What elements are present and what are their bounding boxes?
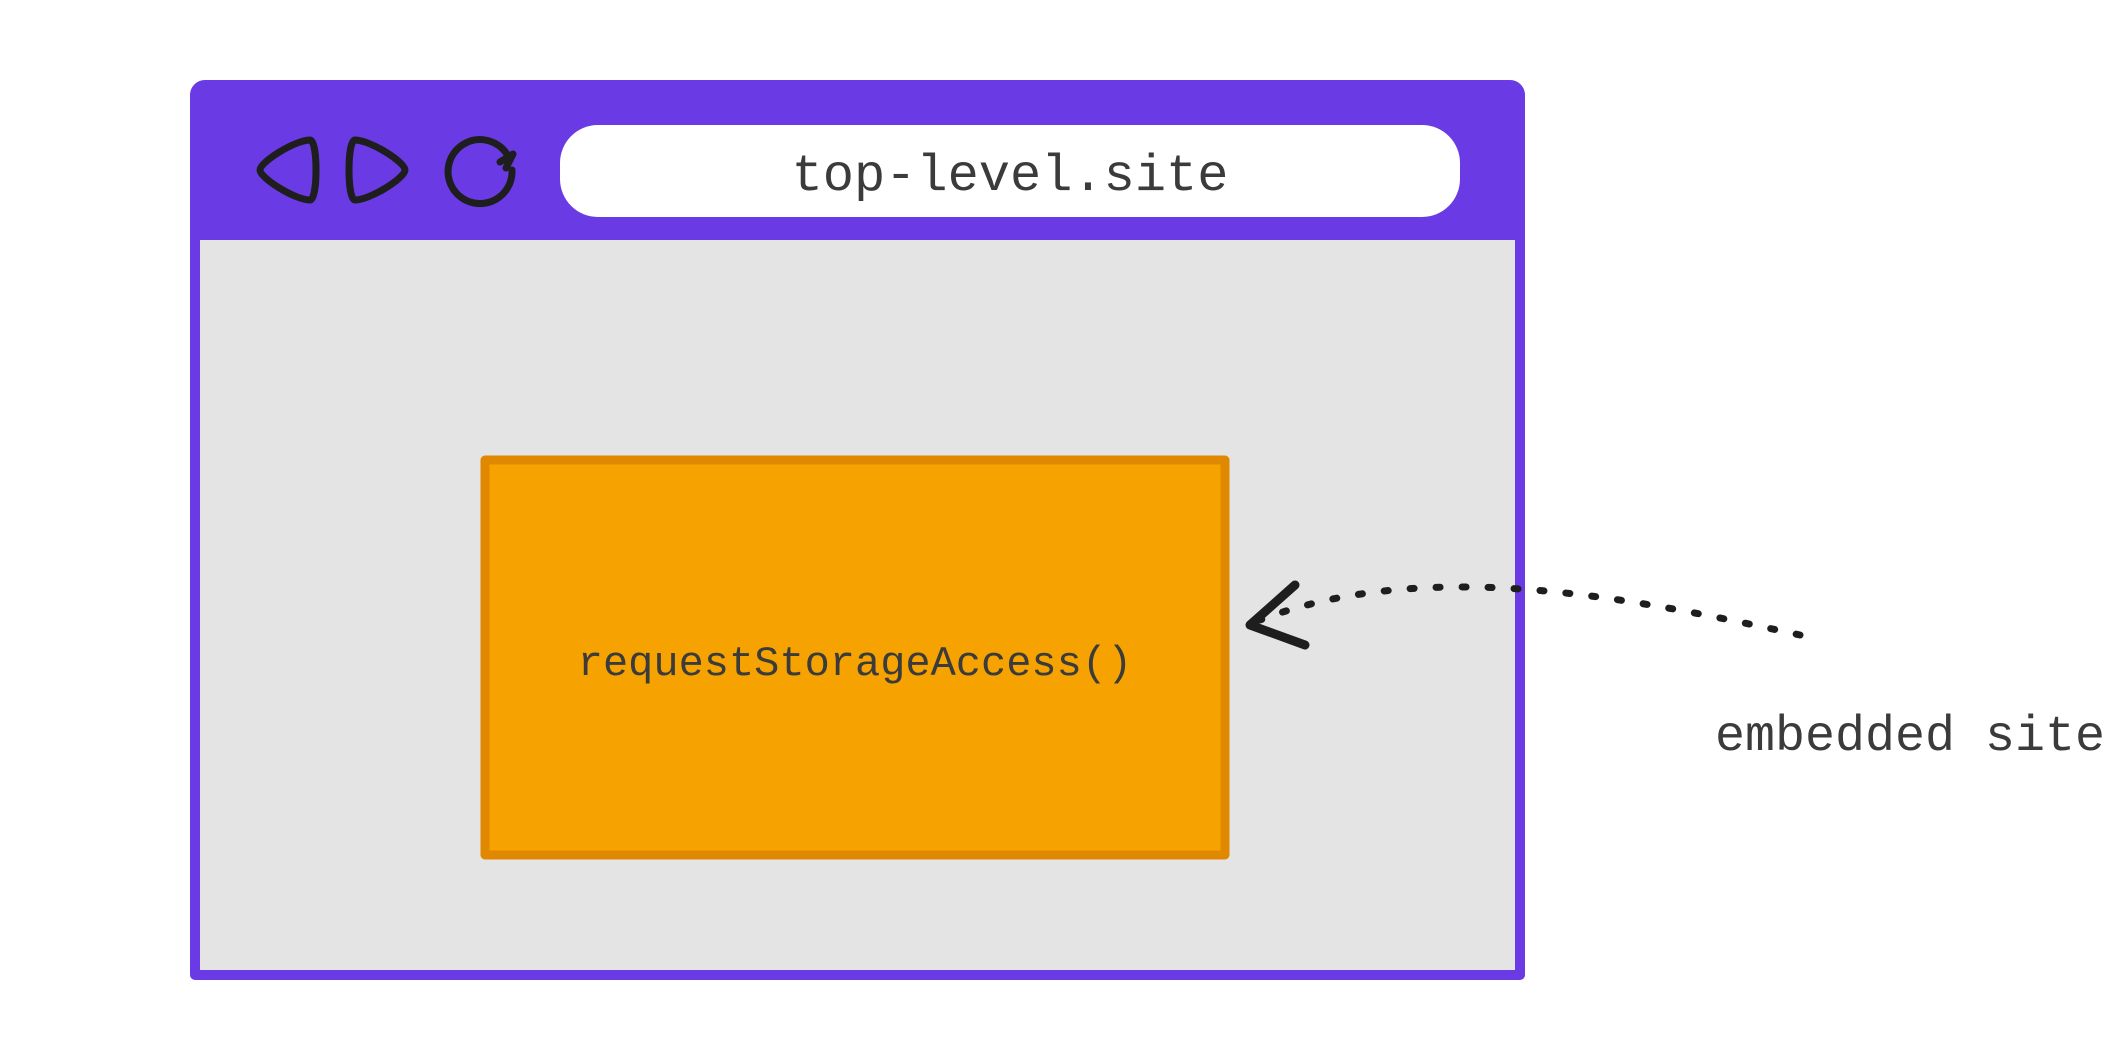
address-bar[interactable]: top-level.site <box>560 125 1460 217</box>
browser-window: top-level.site requestStorageAccess() <box>195 85 1520 975</box>
address-bar-url: top-level.site <box>792 147 1229 206</box>
iframe-api-call: requestStorageAccess() <box>578 640 1133 688</box>
annotation-label: embedded site <box>1715 709 2102 766</box>
embedded-iframe: requestStorageAccess() <box>485 460 1225 855</box>
diagram-canvas: top-level.site requestStorageAccess() em… <box>0 0 2102 1056</box>
